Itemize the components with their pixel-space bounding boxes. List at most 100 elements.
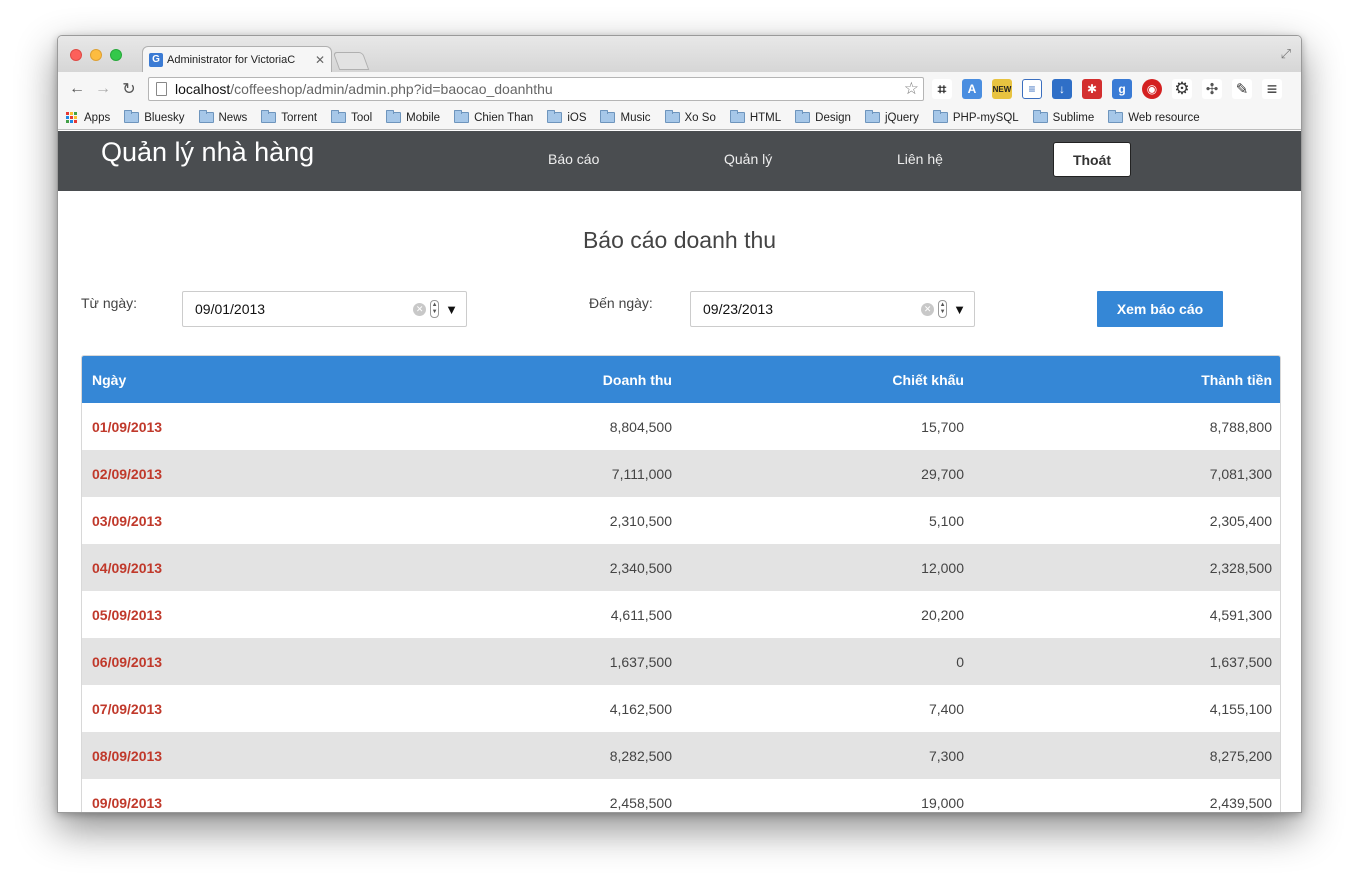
bookmark-folder[interactable]: Sublime [1032,110,1094,124]
bookmark-folder[interactable]: Mobile [386,110,440,124]
row-revenue: 1,637,500 [609,653,672,670]
bookmark-apps[interactable]: Apps [66,111,110,124]
minimize-window-icon[interactable] [90,49,102,61]
bookmark-folder[interactable]: iOS [547,110,586,124]
stop-extension-icon[interactable]: ◉ [1142,79,1162,99]
folder-icon [864,110,880,123]
crop-extension-icon[interactable]: ⌗ [932,79,952,99]
bookmark-star-icon[interactable]: ☆ [904,79,919,99]
folder-icon [386,110,402,123]
tab-title: Administrator for VictoriaC [167,53,296,66]
bookmark-folder[interactable]: Torrent [261,110,317,124]
bookmark-folder[interactable]: jQuery [864,110,919,124]
page-icon [156,82,167,96]
table-row: 07/09/2013 4,162,500 7,400 4,155,100 [82,685,1280,732]
back-icon[interactable]: ← [64,80,90,98]
header-date: Ngày [92,371,127,388]
folder-icon [124,110,140,123]
bookmark-label: Design [815,111,851,124]
google-extension-icon[interactable]: g [1112,79,1132,99]
browser-tab[interactable]: G Administrator for VictoriaC ✕ [142,46,332,72]
row-date-link[interactable]: 06/09/2013 [92,654,162,670]
row-total: 8,788,800 [1209,418,1272,435]
bookmark-label: Xo So [684,111,716,124]
bookmark-label: Chien Than [474,111,534,124]
row-revenue: 8,282,500 [609,747,672,764]
address-bar[interactable]: localhost/coffeeshop/admin/admin.php?id=… [148,77,924,101]
favicon-icon: G [149,52,163,67]
row-total: 7,081,300 [1209,465,1272,482]
tab-close-icon[interactable]: ✕ [315,53,325,67]
view-report-button[interactable]: Xem báo cáo [1097,291,1223,327]
bookmarks-bar: Apps Bluesky News Torrent Tool Mobile Ch… [58,106,1301,130]
from-date-input[interactable]: 09/01/2013 ✕ ▲ ▼ ▼ [182,291,467,327]
table-row: 01/09/2013 8,804,500 15,700 8,788,800 [82,403,1280,450]
eyedropper-extension-icon[interactable]: ✎ [1232,79,1252,99]
gear-extension-icon[interactable]: ⚙ [1172,79,1192,99]
fullscreen-icon[interactable]: ⤢ [1281,46,1291,62]
folder-icon [547,110,563,123]
folder-icon [664,110,680,123]
bookmark-folder[interactable]: Chien Than [454,110,534,124]
logout-button[interactable]: Thoát [1053,142,1131,177]
bookmark-folder[interactable]: Design [795,110,851,124]
table-row: 09/09/2013 2,458,500 19,000 2,439,500 [82,779,1280,812]
bookmark-label: jQuery [884,111,919,124]
menu-icon[interactable]: ≡ [1262,79,1282,99]
header-total: Thành tiền [1201,371,1272,388]
row-revenue: 4,162,500 [609,700,672,717]
lastpass-extension-icon[interactable]: ✱ [1082,79,1102,99]
folder-icon [729,110,745,123]
row-date-link[interactable]: 09/09/2013 [92,795,162,811]
bookmark-label: Music [620,111,651,124]
row-date-link[interactable]: 08/09/2013 [92,748,162,764]
browser-window: G Administrator for VictoriaC ✕ ⤢ ← → ↻ … [57,35,1302,813]
bug-extension-icon[interactable]: ✣ [1202,79,1222,99]
bookmark-folder[interactable]: Tool [331,110,372,124]
table-row: 03/09/2013 2,310,500 5,100 2,305,400 [82,497,1280,544]
row-date-link[interactable]: 05/09/2013 [92,607,162,623]
bookmark-folder[interactable]: PHP-mySQL [932,110,1019,124]
bookmark-folder[interactable]: Bluesky [124,110,185,124]
folder-icon [600,110,616,123]
download-extension-icon[interactable]: ↓ [1052,79,1072,99]
bookmark-folder[interactable]: Web resource [1108,110,1200,124]
list-extension-icon[interactable]: ≡ [1022,79,1042,99]
row-revenue: 8,804,500 [609,418,672,435]
folder-icon [454,110,470,123]
row-date-link[interactable]: 04/09/2013 [92,560,162,576]
dropdown-arrow-icon[interactable]: ▼ [445,302,458,317]
nav-lien-he[interactable]: Liên hệ [897,151,943,167]
table-row: 02/09/2013 7,111,000 29,700 7,081,300 [82,450,1280,497]
zoom-window-icon[interactable] [110,49,122,61]
row-discount: 7,300 [928,747,964,764]
table-row: 04/09/2013 2,340,500 12,000 2,328,500 [82,544,1280,591]
row-date-link[interactable]: 03/09/2013 [92,513,162,529]
to-date-input[interactable]: 09/23/2013 ✕ ▲ ▼ ▼ [690,291,975,327]
new-tab-button[interactable] [332,52,370,70]
bookmark-folder[interactable]: Music [600,110,651,124]
row-date-link[interactable]: 07/09/2013 [92,701,162,717]
row-date-link[interactable]: 02/09/2013 [92,466,162,482]
dropdown-arrow-icon[interactable]: ▼ [953,302,966,317]
nav-quan-ly[interactable]: Quản lý [724,151,772,167]
row-revenue: 4,611,500 [610,606,672,623]
clear-icon[interactable]: ✕ [921,302,935,316]
row-date-link[interactable]: 01/09/2013 [92,419,162,435]
bookmark-folder[interactable]: Xo So [664,110,716,124]
spinner-icon[interactable]: ▲ ▼ [430,300,440,318]
url-host: localhost [175,81,231,97]
new-badge-extension-icon[interactable]: NEW [992,79,1012,99]
clear-icon[interactable]: ✕ [413,302,427,316]
bookmark-folder[interactable]: News [198,110,247,124]
bookmark-folder[interactable]: HTML [729,110,781,124]
forward-icon[interactable]: → [90,80,116,98]
translate-extension-icon[interactable]: A [962,79,982,99]
close-window-icon[interactable] [70,49,82,61]
to-date-label: Đến ngày: [589,295,653,311]
reload-icon[interactable]: ↻ [116,79,142,99]
spinner-icon[interactable]: ▲ ▼ [938,300,948,318]
nav-bao-cao[interactable]: Báo cáo [548,151,599,167]
table-row: 05/09/2013 4,611,500 20,200 4,591,300 [82,591,1280,638]
site-brand[interactable]: Quản lý nhà hàng [101,137,314,168]
